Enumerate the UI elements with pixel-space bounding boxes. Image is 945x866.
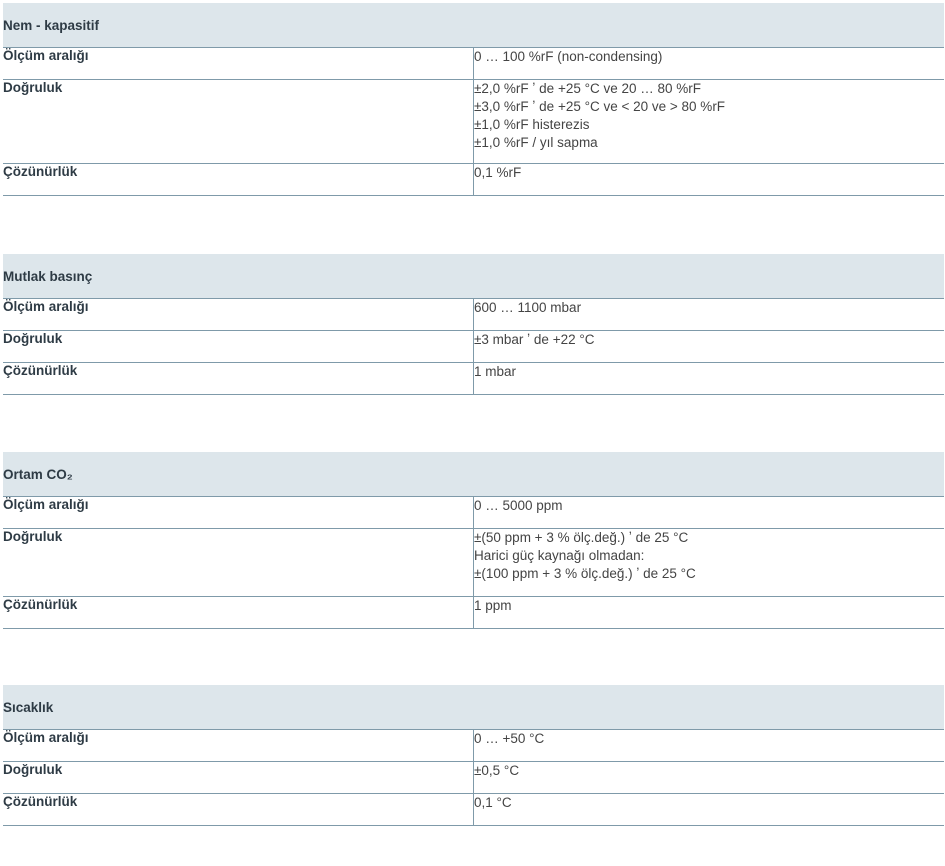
spec-table-humidity: Nem - kapasitif Ölçüm aralığı 0 … 100 %r… (3, 3, 944, 196)
value-line: 0,1 %rF (474, 165, 522, 180)
value-line: 0 … 5000 ppm (474, 498, 563, 513)
row-label: Çözünürlük (3, 596, 474, 629)
row-label: Doğruluk (3, 330, 474, 363)
table-row: Çözünürlük 1 mbar (3, 362, 944, 395)
row-label: Ölçüm aralığı (3, 496, 474, 529)
table-row: Ölçüm aralığı 0 … 100 %rF (non-condensin… (3, 47, 944, 80)
spec-sheet: Nem - kapasitif Ölçüm aralığı 0 … 100 %r… (0, 0, 945, 866)
row-label: Çözünürlük (3, 362, 474, 395)
row-value: 1 ppm (473, 596, 944, 629)
value-line: 0 … +50 °C (474, 731, 545, 746)
row-label: Doğruluk (3, 528, 474, 597)
spec-table-pressure: Mutlak basınç Ölçüm aralığı 600 … 1100 m… (3, 254, 944, 395)
value-line: ±1,0 %rF histerezis (474, 117, 590, 132)
row-value: ±2,0 %rF ʼ de +25 °C ve 20 … 80 %rF ±3,0… (473, 79, 944, 164)
section-title: Ortam CO₂ (3, 452, 944, 497)
row-value: 0,1 %rF (473, 163, 944, 196)
row-value: 0 … +50 °C (473, 729, 944, 762)
row-label: Ölçüm aralığı (3, 298, 474, 331)
table-row: Çözünürlük 0,1 %rF (3, 163, 944, 196)
value-line: ±0,5 °C (474, 763, 520, 778)
value-line: ±3 mbar ʼ de +22 °C (474, 332, 595, 347)
table-row: Doğruluk ±2,0 %rF ʼ de +25 °C ve 20 … 80… (3, 79, 944, 164)
value-line: ±3,0 %rF ʼ de +25 °C ve < 20 ve > 80 %rF (474, 99, 726, 114)
table-row: Doğruluk ±0,5 °C (3, 761, 944, 794)
table-row: Doğruluk ±3 mbar ʼ de +22 °C (3, 330, 944, 363)
value-line: ±1,0 %rF / yıl sapma (474, 135, 598, 150)
row-label: Doğruluk (3, 79, 474, 164)
row-value: ±0,5 °C (473, 761, 944, 794)
section-title: Sıcaklık (3, 685, 944, 730)
table-row: Çözünürlük 1 ppm (3, 596, 944, 629)
row-label: Ölçüm aralığı (3, 729, 474, 762)
row-value: 600 … 1100 mbar (473, 298, 944, 331)
value-line: 0,1 °C (474, 795, 512, 810)
row-value: ±(50 ppm + 3 % ölç.değ.) ʼ de 25 °C Hari… (473, 528, 944, 597)
value-line: ±2,0 %rF ʼ de +25 °C ve 20 … 80 %rF (474, 81, 702, 96)
row-value: 1 mbar (473, 362, 944, 395)
row-value: ±3 mbar ʼ de +22 °C (473, 330, 944, 363)
row-label: Doğruluk (3, 761, 474, 794)
table-row: Doğruluk ±(50 ppm + 3 % ölç.değ.) ʼ de 2… (3, 528, 944, 597)
section-header-row: Ortam CO₂ (3, 452, 944, 497)
value-line: 1 ppm (474, 598, 512, 613)
section-title: Nem - kapasitif (3, 3, 944, 48)
section-header-row: Nem - kapasitif (3, 3, 944, 48)
table-row: Ölçüm aralığı 0 … 5000 ppm (3, 496, 944, 529)
value-line: ±(50 ppm + 3 % ölç.değ.) ʼ de 25 °C (474, 530, 689, 545)
value-line: 600 … 1100 mbar (474, 300, 582, 315)
table-row: Çözünürlük 0,1 °C (3, 793, 944, 826)
row-value: 0,1 °C (473, 793, 944, 826)
row-value: 0 … 5000 ppm (473, 496, 944, 529)
row-label: Ölçüm aralığı (3, 47, 474, 80)
value-line: Harici güç kaynağı olmadan: (474, 548, 645, 563)
value-line: ±(100 ppm + 3 % ölç.değ.) ʼ de 25 °C (474, 566, 696, 581)
spec-table-temperature: Sıcaklık Ölçüm aralığı 0 … +50 °C Doğrul… (3, 685, 944, 826)
section-header-row: Mutlak basınç (3, 254, 944, 299)
value-line: 0 … 100 %rF (non-condensing) (474, 49, 663, 64)
row-label: Çözünürlük (3, 793, 474, 826)
row-label: Çözünürlük (3, 163, 474, 196)
spec-table-co2: Ortam CO₂ Ölçüm aralığı 0 … 5000 ppm Doğ… (3, 452, 944, 629)
row-value: 0 … 100 %rF (non-condensing) (473, 47, 944, 80)
section-title: Mutlak basınç (3, 254, 944, 299)
table-row: Ölçüm aralığı 0 … +50 °C (3, 729, 944, 762)
section-header-row: Sıcaklık (3, 685, 944, 730)
table-row: Ölçüm aralığı 600 … 1100 mbar (3, 298, 944, 331)
value-line: 1 mbar (474, 364, 517, 379)
